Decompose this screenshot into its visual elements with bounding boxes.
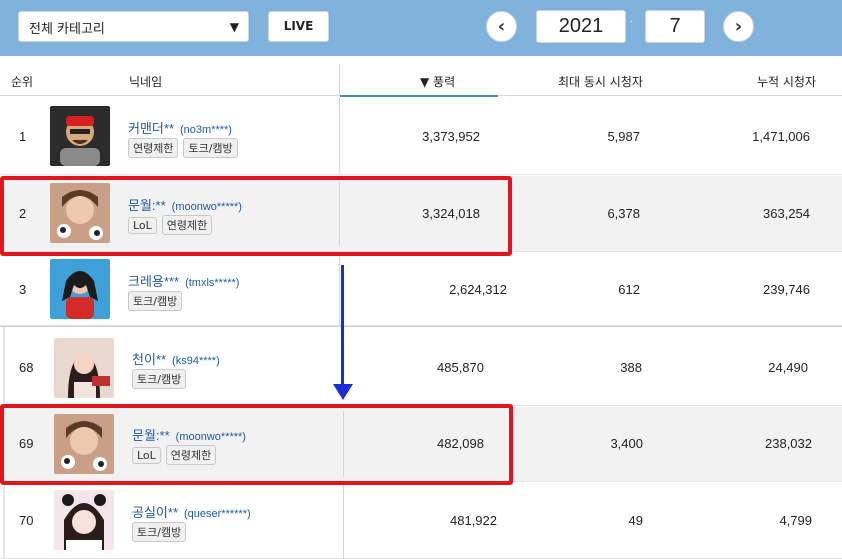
table-row[interactable]: 68 천이** (ks94****) 토크/캠방 485,870 388 24,4…	[0, 330, 842, 406]
total-viewers-cell: 238,032	[765, 436, 812, 451]
power-cell: 3,373,952	[422, 129, 480, 144]
rank-cell: 70	[19, 513, 34, 528]
user-id: (tmxls*****)	[185, 277, 240, 289]
tag-list: 토크/캠방	[132, 369, 191, 389]
rank-cell: 2	[19, 206, 27, 221]
rank-cell: 1	[19, 129, 27, 144]
tag[interactable]: 토크/캠방	[183, 138, 238, 158]
tag[interactable]: 연령제한	[165, 445, 217, 465]
nickname-text: 커맨더**	[128, 121, 174, 136]
user-id: (queser******)	[184, 508, 251, 520]
total-viewers-cell: 239,746	[763, 282, 810, 297]
total-viewers-cell: 1,471,006	[752, 129, 810, 144]
avatar[interactable]	[54, 490, 114, 550]
max-viewers-cell: 388	[620, 360, 642, 375]
nickname-text: 천이**	[132, 352, 167, 367]
avatar[interactable]	[50, 106, 110, 166]
total-viewers-cell: 363,254	[763, 206, 810, 221]
user-id: (no3m****)	[180, 124, 232, 136]
date-separator: ·	[630, 17, 634, 28]
down-arrow-shaft	[341, 265, 344, 385]
table-header: 순위 닉네임 ▼ 풍력 최대 동시 시청자 누적 시청자	[0, 56, 842, 97]
tag[interactable]: LoL	[128, 217, 157, 234]
streamer-nickname[interactable]: 문월:** (moonwo*****)	[132, 425, 246, 444]
table-row[interactable]: 70 공실이** (queser******) 토크/캠방 481,922 49 …	[0, 483, 842, 559]
chevron-right-icon[interactable]: ›	[723, 11, 754, 42]
column-max-viewers[interactable]: 최대 동시 시청자	[558, 73, 643, 90]
max-viewers-cell: 6,378	[607, 206, 640, 221]
column-divider	[339, 97, 340, 175]
streamer-nickname[interactable]: 문월:** (moonwo*****)	[128, 195, 242, 214]
avatar[interactable]	[54, 414, 114, 474]
nickname-text: 문월:**	[128, 198, 166, 213]
nickname-text: 크레용***	[128, 274, 180, 289]
chevron-left-icon[interactable]: ‹	[486, 11, 517, 42]
column-divider	[339, 253, 340, 326]
table-row[interactable]: 69 문월:** (moonwo*****) LoL 연령제한 482,098 3,…	[0, 407, 842, 482]
tag[interactable]: 연령제한	[128, 138, 179, 158]
total-viewers-cell: 4,799	[779, 513, 812, 528]
column-rank: 순위	[11, 75, 34, 89]
column-divider	[339, 182, 340, 246]
live-button[interactable]: LIVE	[268, 11, 329, 42]
column-divider	[339, 64, 340, 96]
caret-down-icon: ▼	[229, 20, 239, 34]
tag-list: LoL 연령제한	[128, 215, 217, 235]
max-viewers-cell: 49	[628, 513, 643, 528]
avatar[interactable]	[50, 259, 110, 319]
tag[interactable]: 토크/캠방	[132, 522, 187, 542]
nickname-text: 공실이**	[132, 505, 178, 520]
tag-list: 토크/캠방	[132, 522, 191, 542]
down-arrow-icon	[333, 384, 353, 400]
streamer-nickname[interactable]: 크레용*** (tmxls*****)	[128, 271, 239, 290]
tag[interactable]: 연령제한	[161, 215, 213, 235]
table-row[interactable]: 3 크레용*** (tmxls*****) 토크/캠방 2,624,312 612…	[0, 253, 842, 326]
rank-cell: 3	[19, 282, 27, 297]
tag-list: 토크/캠방	[128, 291, 187, 311]
max-viewers-cell: 3,400	[610, 436, 643, 451]
total-viewers-cell: 24,490	[768, 360, 808, 375]
year-field[interactable]: 2021	[536, 10, 626, 43]
month-field[interactable]: 7	[645, 10, 705, 43]
category-select[interactable]: 전체 카테고리 ▼	[18, 11, 249, 42]
nickname-text: 문월:**	[132, 428, 170, 443]
user-id: (moonwo*****)	[175, 431, 246, 443]
tag[interactable]: 토크/캠방	[128, 291, 183, 311]
toolbar: 전체 카테고리 ▼ LIVE ‹ 2021 · 7 ›	[0, 0, 842, 56]
column-power-sort[interactable]: ▼ 풍력	[420, 73, 455, 90]
user-id: (ks94****)	[172, 355, 220, 367]
power-cell: 482,098	[437, 436, 484, 451]
power-cell: 485,870	[437, 360, 484, 375]
tag-list: LoL 연령제한	[132, 445, 221, 465]
rank-cell: 68	[19, 360, 34, 375]
power-cell: 3,324,018	[422, 206, 480, 221]
streamer-nickname[interactable]: 천이** (ks94****)	[132, 349, 220, 368]
table-row[interactable]: 1 커맨더** (no3m****) 연령제한 토크/캠방 3,373,952 5,…	[0, 97, 842, 175]
max-viewers-cell: 5,987	[607, 129, 640, 144]
power-cell: 481,922	[450, 513, 497, 528]
tag[interactable]: LoL	[132, 447, 161, 464]
section-divider	[0, 326, 842, 327]
tag-list: 연령제한 토크/캠방	[128, 138, 243, 158]
column-divider	[343, 483, 344, 559]
streamer-nickname[interactable]: 공실이** (queser******)	[132, 502, 251, 521]
tag[interactable]: 토크/캠방	[132, 369, 187, 389]
table-row[interactable]: 2 문월:** (moonwo*****) LoL 연령제한 3,324,018 6…	[0, 176, 842, 252]
category-select-value: 전체 카테고리	[29, 22, 105, 37]
avatar[interactable]	[50, 183, 110, 243]
power-cell: 2,624,312	[449, 282, 507, 297]
user-id: (moonwo*****)	[171, 201, 242, 213]
rank-cell: 69	[19, 436, 34, 451]
column-divider	[343, 411, 344, 477]
streamer-nickname[interactable]: 커맨더** (no3m****)	[128, 118, 232, 137]
avatar[interactable]	[54, 338, 114, 398]
max-viewers-cell: 612	[618, 282, 640, 297]
column-total-viewers[interactable]: 누적 시청자	[757, 73, 816, 90]
column-nickname: 닉네임	[129, 75, 163, 89]
